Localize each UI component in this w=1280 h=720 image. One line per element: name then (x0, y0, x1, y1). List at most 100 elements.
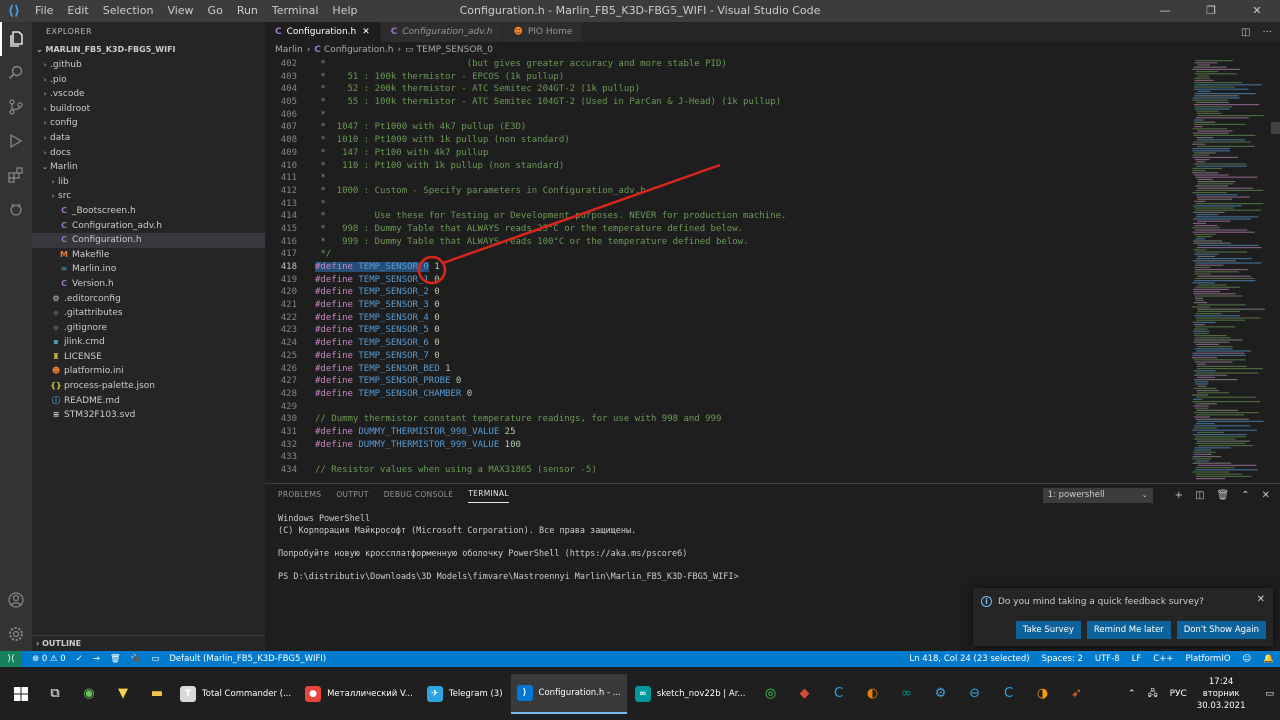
tree-item[interactable]: › src (32, 189, 265, 204)
task-view-icon[interactable]: ⧉ (40, 679, 70, 709)
menu-selection[interactable]: Selection (96, 0, 161, 22)
remote-icon[interactable]: ⟩⟨ (0, 651, 22, 667)
pinned-app-c-icon[interactable]: C (824, 679, 854, 709)
minimize-icon[interactable]: — (1142, 0, 1188, 22)
pinned-app-green-icon[interactable]: ◉ (74, 679, 104, 709)
tree-item[interactable]: M Makefile (32, 248, 265, 263)
pinned-app-orange-icon[interactable]: ◑ (1028, 679, 1058, 709)
take-survey-button[interactable]: Take Survey (1015, 621, 1081, 639)
pinned-app-gear-icon[interactable]: ⚙ (926, 679, 956, 709)
pinned-app-batman-icon[interactable]: ▼ (108, 679, 138, 709)
pio-serial-icon[interactable]: 🔌 (131, 654, 142, 664)
split-terminal-icon[interactable]: ◫ (1195, 490, 1204, 501)
breadcrumb-file[interactable]: Configuration.h (324, 45, 394, 55)
tree-item[interactable]: C Version.h (32, 277, 265, 292)
pio-clean-icon[interactable]: 🗑 (110, 654, 121, 664)
taskbar-app[interactable]: ⟩ Configuration.h - ... (510, 673, 627, 714)
tree-item[interactable]: › buildroot (32, 102, 265, 117)
tree-item[interactable]: ∞ Marlin.ino (32, 262, 265, 277)
run-debug-icon[interactable] (0, 124, 32, 158)
platformio-icon[interactable] (0, 192, 32, 226)
close-tab-icon[interactable]: ✕ (362, 27, 370, 37)
bell-icon[interactable]: 🔔 (1263, 654, 1274, 664)
pio-upload-icon[interactable]: → (93, 654, 100, 664)
feedback-icon[interactable]: ☺ (1243, 654, 1252, 664)
pinned-app-blue-icon[interactable]: ⊖ (960, 679, 990, 709)
editor-tab[interactable]: ☻ PIO Home (503, 22, 584, 42)
tree-item[interactable]: › .github (32, 58, 265, 73)
pinned-app-arrow-icon[interactable]: ➶ (1062, 679, 1092, 709)
tray-expand-icon[interactable]: ⌃ (1128, 689, 1136, 699)
tree-item[interactable]: C Configuration_adv.h (32, 219, 265, 234)
menu-help[interactable]: Help (325, 0, 364, 22)
accounts-icon[interactable] (0, 583, 32, 617)
pinned-app-c2-icon[interactable]: C (994, 679, 1024, 709)
menu-edit[interactable]: Edit (60, 0, 95, 22)
restore-icon[interactable]: ❐ (1188, 0, 1234, 22)
windows-start-icon[interactable] (6, 679, 36, 709)
editor-tab[interactable]: C Configuration_adv.h (380, 22, 504, 42)
menu-file[interactable]: File (28, 0, 60, 22)
more-actions-icon[interactable]: ··· (1262, 27, 1272, 38)
tree-item[interactable]: › lib (32, 175, 265, 190)
blender-icon[interactable]: ◐ (858, 679, 888, 709)
breadcrumb-symbol[interactable]: TEMP_SENSOR_0 (417, 45, 493, 55)
search-icon[interactable] (0, 56, 32, 90)
clock[interactable]: 17:24 вторник 30.03.2021 (1197, 676, 1246, 712)
network-icon[interactable]: 🖧 (1148, 686, 1158, 702)
pio-build-icon[interactable]: ✓ (76, 654, 83, 664)
pio-terminal-icon[interactable]: ▭ (151, 654, 159, 664)
outline-section[interactable]: › OUTLINE (32, 635, 265, 651)
tree-item[interactable]: ⓘ README.md (32, 394, 265, 409)
tree-item[interactable]: ≡ STM32F103.svd (32, 408, 265, 423)
tree-item[interactable]: ♜ LICENSE (32, 350, 265, 365)
explorer-icon[interactable] (0, 22, 32, 56)
tree-item[interactable]: {} process-palette.json (32, 379, 265, 394)
tree-item[interactable]: ▪ jlink.cmd (32, 335, 265, 350)
editor-scrollbar[interactable] (1271, 122, 1280, 134)
menu-view[interactable]: View (160, 0, 200, 22)
tree-item[interactable]: C Configuration.h (32, 233, 265, 248)
pio-env[interactable]: Default (Marlin_FB5_K3D-FBG5_WIFI) (169, 654, 326, 664)
tree-item[interactable]: › docs (32, 146, 265, 161)
extensions-icon[interactable] (0, 158, 32, 192)
tree-item[interactable]: › .pio (32, 73, 265, 88)
source-control-icon[interactable] (0, 90, 32, 124)
dont-show-again-button[interactable]: Don't Show Again (1176, 621, 1266, 639)
panel-tab[interactable]: DEBUG CONSOLE (384, 486, 454, 503)
settings-gear-icon[interactable] (0, 617, 32, 651)
taskbar-app[interactable]: T Total Commander (... (174, 674, 297, 714)
cursor-position[interactable]: Ln 418, Col 24 (23 selected) (909, 654, 1029, 664)
menu-go[interactable]: Go (201, 0, 230, 22)
pinned-app-arduino-icon[interactable]: ∞ (892, 679, 922, 709)
tree-item[interactable]: › .vscode (32, 87, 265, 102)
tree-item[interactable]: ⚙ .editorconfig (32, 292, 265, 307)
menu-run[interactable]: Run (230, 0, 265, 22)
panel-tab[interactable]: PROBLEMS (278, 486, 321, 503)
platformio-status[interactable]: PlatformIO (1185, 654, 1230, 664)
line-ending[interactable]: LF (1132, 654, 1142, 664)
code-editor[interactable]: 402 * (but gives greater accuracy and mo… (265, 58, 1185, 483)
tree-item[interactable]: ◆ .gitattributes (32, 306, 265, 321)
menu-terminal[interactable]: Terminal (265, 0, 326, 22)
terminal-output[interactable]: Windows PowerShell (C) Корпорация Майкрос… (265, 504, 1280, 583)
terminal-select[interactable]: 1: powershell ⌄ (1042, 487, 1153, 503)
tree-item[interactable]: ◆ .gitignore (32, 321, 265, 336)
pinned-app-red-icon[interactable]: ◆ (790, 679, 820, 709)
tree-item[interactable]: ☻ platformio.ini (32, 364, 265, 379)
encoding[interactable]: UTF-8 (1095, 654, 1120, 664)
project-root[interactable]: ⌄ MARLIN_FB5_K3D-FBG5_WIFI (32, 42, 265, 58)
whatsapp-icon[interactable]: ◎ (756, 679, 786, 709)
new-terminal-icon[interactable]: + (1175, 490, 1183, 501)
maximize-panel-icon[interactable]: ⌃ (1241, 490, 1249, 501)
notification-center-icon[interactable]: ▭ (1265, 689, 1274, 699)
taskbar-app[interactable]: ✈ Telegram (3) (421, 674, 509, 714)
editor-tab[interactable]: C Configuration.h ✕ (265, 22, 381, 42)
taskbar-app[interactable]: ∞ sketch_nov22b | Ar... (629, 674, 752, 714)
panel-tab[interactable]: OUTPUT (336, 486, 368, 503)
taskbar-app[interactable]: ● Металлический V... (299, 674, 419, 714)
language-mode[interactable]: C++ (1153, 654, 1173, 664)
close-panel-icon[interactable]: ✕ (1262, 490, 1270, 501)
tree-item[interactable]: C _Bootscreen.h (32, 204, 265, 219)
keyboard-language[interactable]: РУС (1170, 689, 1187, 699)
